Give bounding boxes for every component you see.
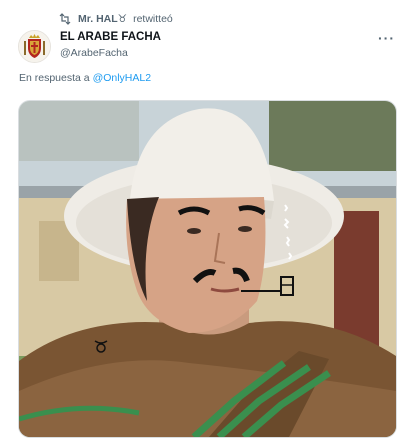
retweet-icon — [58, 13, 72, 25]
retweet-action-label: retwitteó — [133, 13, 173, 25]
tweet-card[interactable]: Mr. HAL♉︎ retwitteó EL ARABE FACHA @Arab… — [0, 0, 409, 444]
author-handle[interactable]: @ArabeFacha — [60, 47, 128, 59]
tweet-media-image[interactable] — [18, 100, 397, 438]
edited-photo — [19, 101, 396, 437]
more-options-icon[interactable]: ··· — [378, 30, 395, 46]
retweeter-name[interactable]: Mr. HAL♉︎ — [78, 13, 127, 25]
retweet-context: Mr. HAL♉︎ retwitteó — [58, 11, 173, 27]
reply-prefix: En respuesta a — [19, 72, 90, 84]
reply-context: En respuesta a @OnlyHAL2 — [19, 72, 151, 84]
author-display-name[interactable]: EL ARABE FACHA — [60, 31, 161, 43]
avatar[interactable] — [18, 30, 51, 63]
reply-mention-link[interactable]: @OnlyHAL2 — [93, 72, 152, 84]
